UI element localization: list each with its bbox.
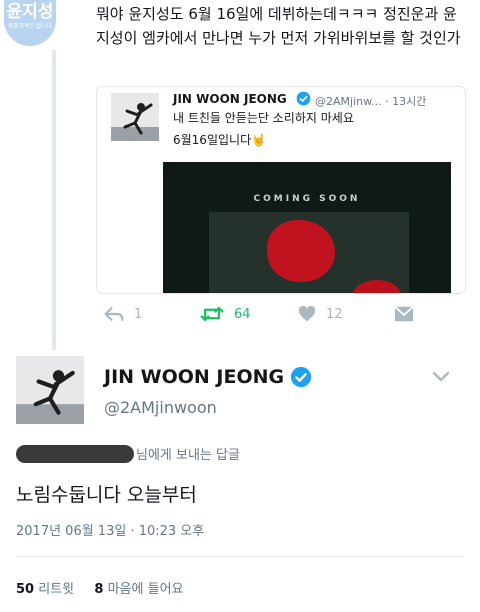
likes-label: 마음에 들어요 xyxy=(107,582,184,597)
quoted-tweet-time: · 13시간 xyxy=(385,95,427,108)
like-button[interactable]: 12 xyxy=(298,306,343,322)
main-author-handle[interactable]: @2AMjinwoon xyxy=(104,398,217,417)
tweet-timestamp[interactable]: 2017년 06월 13일 · 10:23 오후 xyxy=(16,520,204,539)
quoted-tweet-media[interactable]: COMING SOON xyxy=(163,162,451,293)
like-count: 12 xyxy=(326,306,343,322)
main-tweet-avatar[interactable] xyxy=(16,356,84,424)
reply-icon xyxy=(104,307,124,321)
main-tweet-text: 노림수둡니다 오늘부터 xyxy=(16,484,197,506)
reply-to-line: 님에게 보내는 답글 xyxy=(16,444,240,463)
envelope-icon xyxy=(394,306,414,322)
redacted-username xyxy=(16,444,134,463)
retweets-label: 리트윗 xyxy=(38,582,75,597)
media-caption: COMING SOON xyxy=(253,194,361,204)
retweet-icon xyxy=(200,306,224,322)
top-tweet-avatar[interactable]: 윤지성 투표부탁드립니다 xyxy=(4,0,56,46)
quoted-tweet-card[interactable]: JIN WOON JEONG @2AMjinw... · 13시간 내 트친들 … xyxy=(96,86,466,294)
top-tweet-text: 뭐야 윤지성도 6월 16일에 데뷔하는데ㅋㅋㅋ 정진운과 윤지성이 엠카에서 … xyxy=(96,5,461,47)
divider xyxy=(16,556,464,557)
silhouette-photo-icon xyxy=(111,93,159,141)
quoted-author-name[interactable]: JIN WOON JEONG xyxy=(173,92,287,106)
heart-icon xyxy=(298,306,316,322)
reply-to-suffix: 님에게 보내는 답글 xyxy=(136,448,240,463)
direct-message-button[interactable] xyxy=(394,305,414,323)
main-author-name[interactable]: JIN WOON JEONG xyxy=(104,366,284,388)
likes-count: 8 xyxy=(94,582,104,597)
retweets-count: 50 xyxy=(16,582,35,597)
quoted-tweet-avatar[interactable] xyxy=(111,93,159,141)
verified-badge-icon xyxy=(290,366,312,392)
thread-connector-line xyxy=(52,50,56,350)
avatar-subtext: 투표부탁드립니다 xyxy=(7,23,53,30)
quoted-author-handle-and-time: @2AMjinw... · 13시간 xyxy=(315,93,455,109)
quoted-tweet-line2: 6월16일입니다🤘 xyxy=(173,133,267,147)
retweet-count: 64 xyxy=(234,306,251,322)
retweet-button[interactable]: 64 xyxy=(200,306,251,322)
silhouette-photo-icon xyxy=(16,356,84,424)
quoted-tweet-line1: 내 트친들 안듣는단 소리하지 마세요 xyxy=(173,111,354,125)
verified-badge-icon xyxy=(296,91,311,110)
retweets-stat[interactable]: 50 리트윗 xyxy=(16,582,74,597)
reply-count: 1 xyxy=(134,306,143,322)
likes-stat[interactable]: 8 마음에 들어요 xyxy=(94,582,183,597)
quoted-author-handle: @2AMjinw... xyxy=(315,95,382,108)
reply-button[interactable]: 1 xyxy=(104,306,142,322)
chevron-down-icon[interactable] xyxy=(432,368,450,387)
tweet-stats: 50 리트윗 8 마음에 들어요 xyxy=(16,578,184,597)
avatar-text: 윤지성 xyxy=(6,2,54,22)
media-red-shape xyxy=(267,220,335,282)
